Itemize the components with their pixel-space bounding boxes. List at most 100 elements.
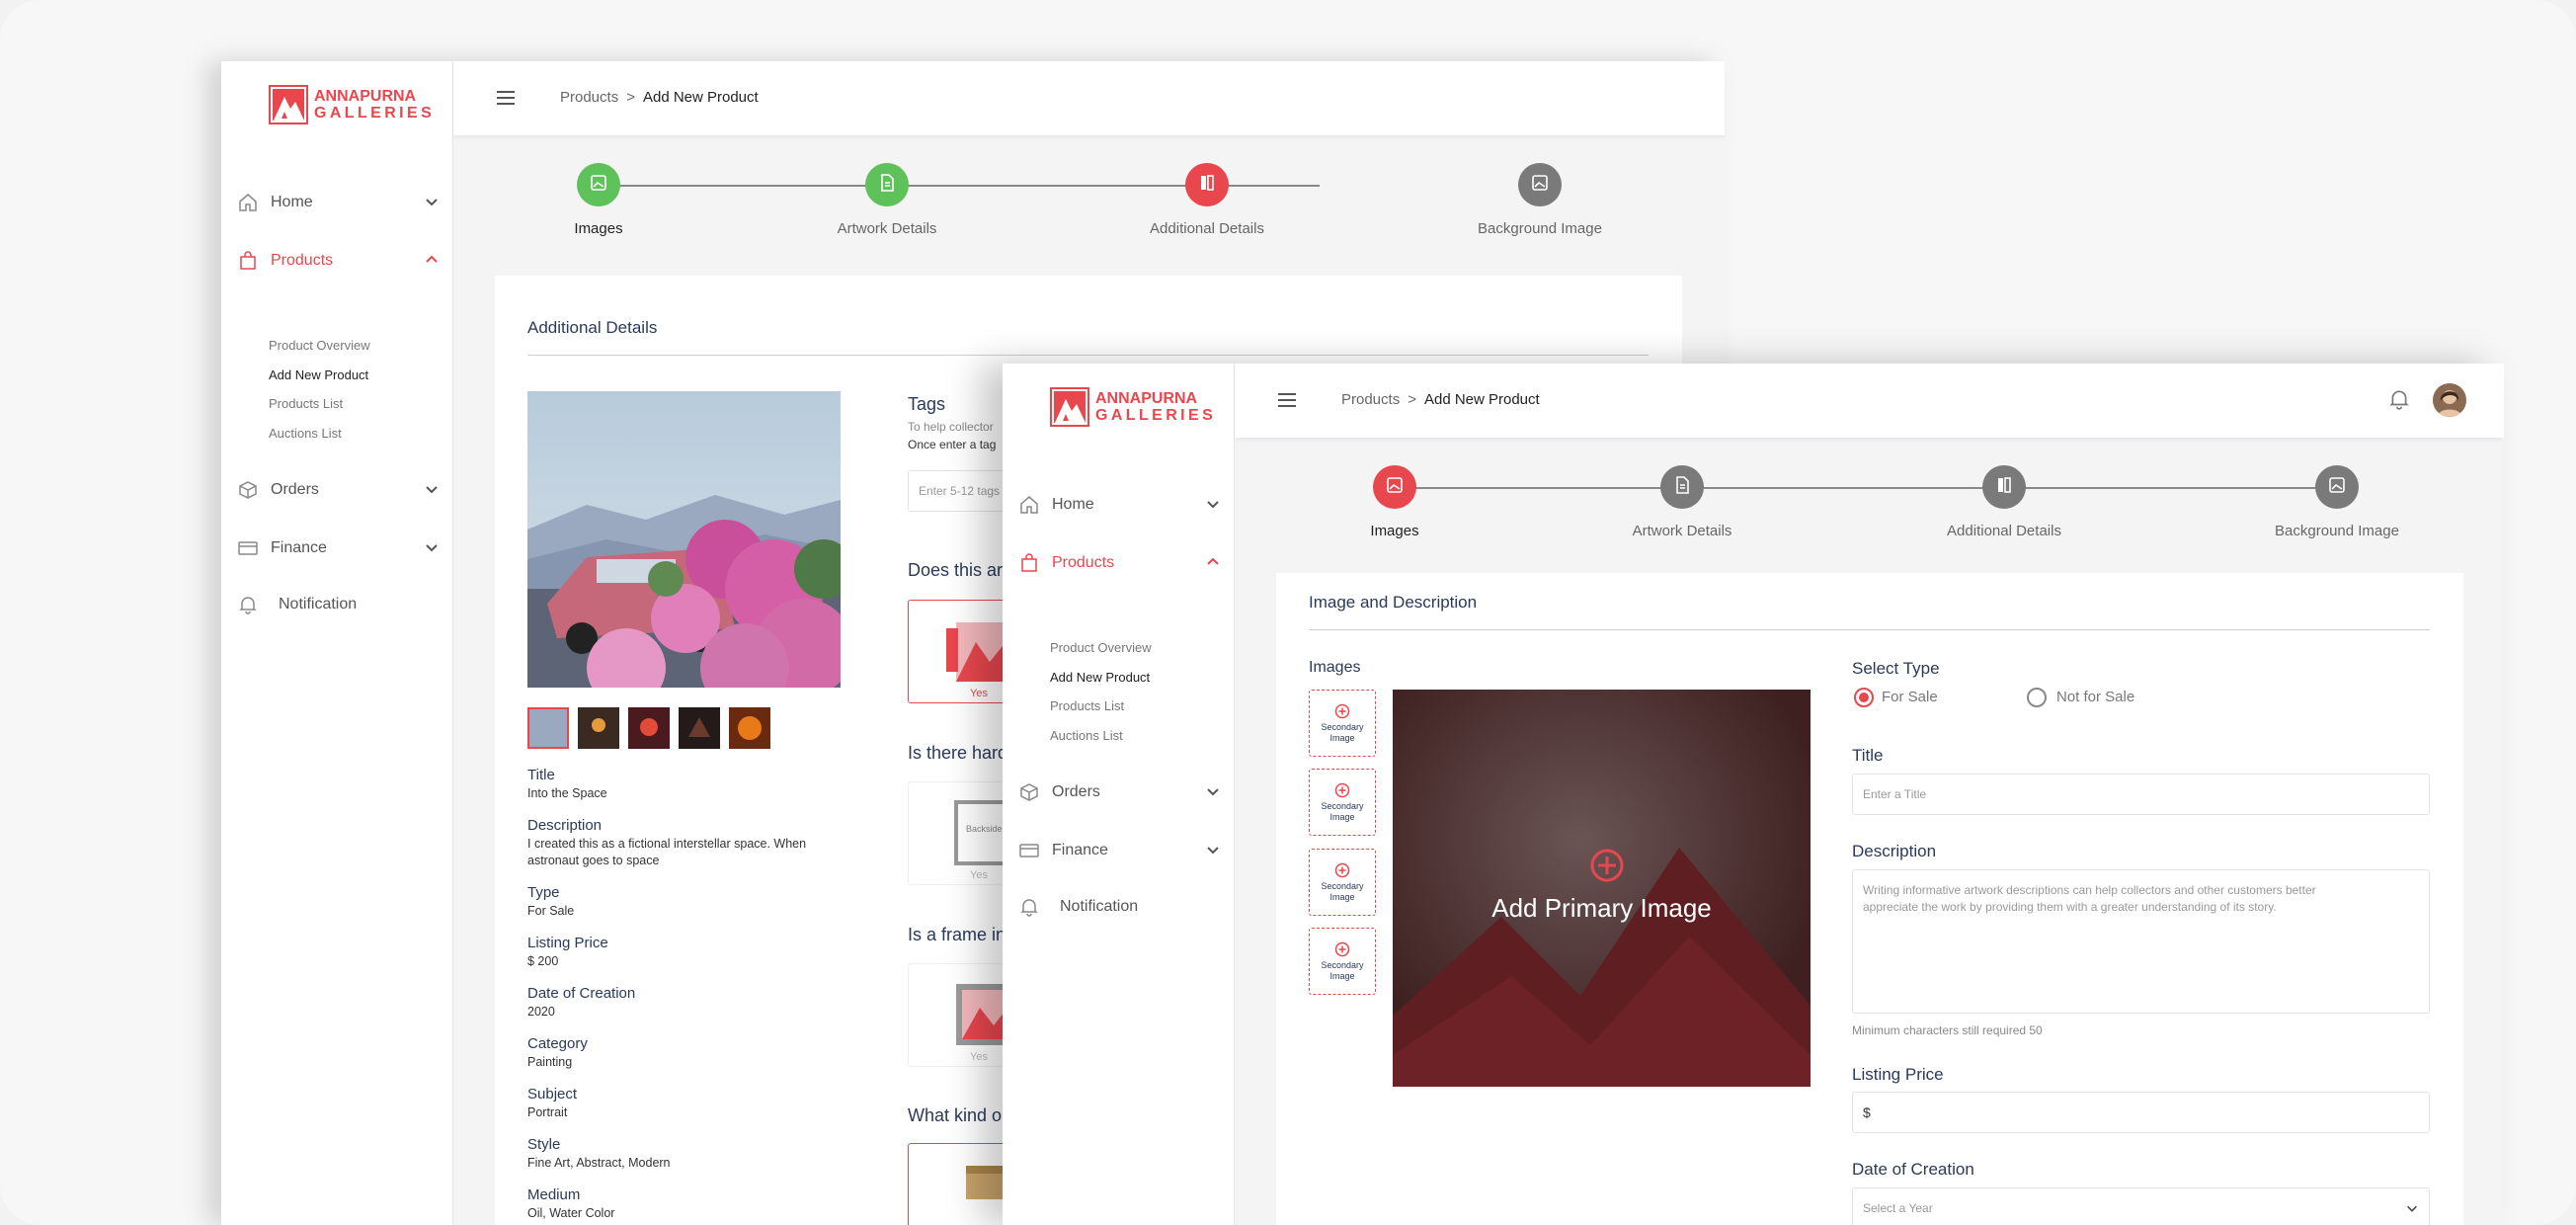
step-label: Additional Details xyxy=(1150,220,1264,237)
logo[interactable]: ANNAPURNA GALLERIES xyxy=(269,85,435,124)
radio-not-for-sale[interactable] xyxy=(2027,688,2047,707)
secondary-image-slot[interactable]: Secondary Image xyxy=(1309,690,1376,757)
brand-line2: GALLERIES xyxy=(1095,407,1217,424)
image-icon xyxy=(1386,476,1404,499)
summary-value: Fine Art, Abstract, Modern xyxy=(527,1156,671,1170)
sidebar-sub-auctions-list[interactable]: Auctions List xyxy=(269,426,342,441)
breadcrumb-parent[interactable]: Products xyxy=(560,89,618,106)
sidebar-sub-add-new-product[interactable]: Add New Product xyxy=(269,368,368,382)
notification-bell-icon[interactable] xyxy=(2388,388,2410,410)
sidebar-item-finance[interactable]: Finance xyxy=(1018,834,1221,867)
add-circle-icon xyxy=(1334,941,1350,960)
step-background-image[interactable] xyxy=(2315,465,2359,509)
card-title: Image and Description xyxy=(1309,593,1478,612)
secondary-image-slot[interactable]: Secondary Image xyxy=(1309,928,1376,995)
sidebar-item-notification[interactable]: Notification xyxy=(237,588,440,621)
logo-mark-icon xyxy=(269,85,308,124)
sidebar-item-orders[interactable]: Orders xyxy=(237,473,440,507)
year-select[interactable]: Select a Year xyxy=(1852,1187,2430,1225)
sidebar-item-orders[interactable]: Orders xyxy=(1018,776,1221,809)
sidebar-sub-product-overview[interactable]: Product Overview xyxy=(1050,640,1152,655)
stepper: Images Artwork Details Additional Detail… xyxy=(1235,438,2504,556)
step-additional-details[interactable] xyxy=(1185,163,1229,206)
step-images[interactable] xyxy=(577,163,620,206)
primary-image-dropzone[interactable]: Add Primary Image xyxy=(1393,690,1811,1087)
option-label: Yes xyxy=(970,1051,988,1063)
chevron-down-icon xyxy=(424,194,440,214)
listing-price-input[interactable]: $ xyxy=(1852,1092,2430,1133)
option-label: Yes xyxy=(970,688,988,699)
brand-line1: ANNAPURNA xyxy=(1095,390,1198,407)
step-images[interactable] xyxy=(1373,465,1416,509)
summary-value: For Sale xyxy=(527,904,575,918)
description-textarea[interactable]: Writing informative artwork descriptions… xyxy=(1852,869,2430,1014)
sidebar-sub-product-overview[interactable]: Product Overview xyxy=(269,338,370,353)
backside-label: Backside xyxy=(966,824,1003,834)
title-label: Title xyxy=(1852,746,1884,765)
sidebar-sub-products-list[interactable]: Products List xyxy=(1050,698,1124,713)
step-artwork-details[interactable] xyxy=(865,163,909,206)
chevron-down-icon xyxy=(1205,496,1221,517)
radio-for-sale[interactable] xyxy=(1854,688,1874,707)
menu-icon[interactable] xyxy=(1276,389,1298,411)
step-label: Artwork Details xyxy=(1632,523,1732,539)
step-label: Images xyxy=(574,220,623,237)
breadcrumb: Products > Add New Product xyxy=(560,89,759,106)
sidebar-item-label: Finance xyxy=(1052,842,1108,858)
sidebar-item-home[interactable]: Home xyxy=(237,186,440,219)
breadcrumb-separator: > xyxy=(1408,391,1416,408)
sidebar-item-products[interactable]: Products xyxy=(237,244,440,278)
summary-label: Title xyxy=(527,767,555,783)
thumbnail-5[interactable] xyxy=(729,707,770,749)
sidebar-item-label: Orders xyxy=(271,481,319,498)
date-of-creation-label: Date of Creation xyxy=(1852,1160,1974,1179)
sidebar-item-label: Products xyxy=(1052,554,1115,571)
question-label: Does this ar xyxy=(908,560,1004,580)
step-label: Additional Details xyxy=(1947,523,2061,539)
logo[interactable]: ANNAPURNA GALLERIES xyxy=(1050,387,1216,427)
sidebar: ANNAPURNA GALLERIES Home Products Product… xyxy=(1003,364,1235,1225)
bag-icon xyxy=(1018,552,1040,574)
sidebar-item-label: Notification xyxy=(279,596,358,612)
front-window: ANNAPURNA GALLERIES Home Products Product… xyxy=(1003,364,2504,1225)
thumbnail-2[interactable] xyxy=(578,707,619,749)
thumbnail-1[interactable] xyxy=(527,707,569,749)
summary-value: I created this as a fictional interstell… xyxy=(527,837,807,867)
summary-label: Subject xyxy=(527,1086,578,1102)
step-background-image[interactable] xyxy=(1518,163,1562,206)
tags-help: To help collector xyxy=(908,420,994,434)
summary-label: Category xyxy=(527,1035,588,1052)
step-artwork-details[interactable] xyxy=(1660,465,1704,509)
summary-label: Type xyxy=(527,884,560,901)
sidebar-item-label: Notification xyxy=(1060,898,1139,915)
image-icon xyxy=(590,174,607,197)
avatar[interactable] xyxy=(2433,383,2466,417)
secondary-image-slot[interactable]: Secondary Image xyxy=(1309,849,1376,916)
step-label: Background Image xyxy=(1478,220,1602,237)
sidebar-item-finance[interactable]: Finance xyxy=(237,531,440,565)
thumbnail-4[interactable] xyxy=(679,707,720,749)
sidebar: ANNAPURNA GALLERIES Home Products Product… xyxy=(221,61,453,1225)
step-additional-details[interactable] xyxy=(1982,465,2026,509)
sidebar-item-products[interactable]: Products xyxy=(1018,546,1221,580)
sidebar-sub-auctions-list[interactable]: Auctions List xyxy=(1050,728,1123,743)
title-input[interactable]: Enter a Title xyxy=(1852,774,2430,815)
sidebar-sub-add-new-product[interactable]: Add New Product xyxy=(1050,670,1150,685)
card-icon xyxy=(237,537,259,559)
sidebar-item-home[interactable]: Home xyxy=(1018,488,1221,522)
menu-icon[interactable] xyxy=(495,87,517,109)
breadcrumb-parent[interactable]: Products xyxy=(1341,391,1400,408)
chevron-down-icon xyxy=(1205,842,1221,862)
box-icon xyxy=(237,479,259,501)
secondary-image-label: Secondary Image xyxy=(1321,959,1364,981)
secondary-image-slot[interactable]: Secondary Image xyxy=(1309,769,1376,836)
details-icon xyxy=(1995,476,2013,499)
thumbnail-3[interactable] xyxy=(628,707,670,749)
sidebar-sub-products-list[interactable]: Products List xyxy=(269,396,343,411)
summary-label: Description xyxy=(527,817,603,834)
sidebar-item-notification[interactable]: Notification xyxy=(1018,890,1221,924)
breadcrumb: Products > Add New Product xyxy=(1341,391,1540,408)
image-icon xyxy=(2328,476,2346,499)
image-description-card: Image and Description Images Secondary I… xyxy=(1276,573,2463,1225)
listing-price-label: Listing Price xyxy=(1852,1065,1944,1084)
